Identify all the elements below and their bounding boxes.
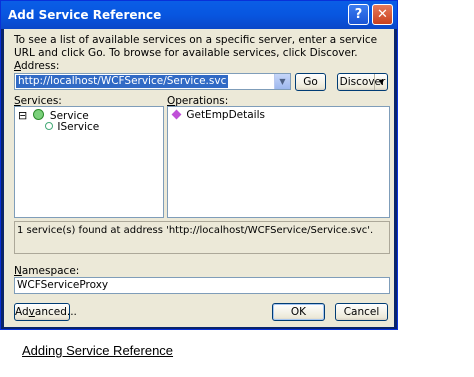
globe-icon bbox=[32, 109, 44, 120]
cancel-button[interactable]: Cancel bbox=[335, 303, 388, 321]
ok-button[interactable]: OK bbox=[272, 303, 325, 321]
tree-node-iservice[interactable]: IService bbox=[45, 121, 99, 133]
close-button[interactable]: ✕ bbox=[372, 4, 393, 25]
namespace-label: Namespace: bbox=[14, 265, 80, 277]
address-combobox[interactable]: http://localhost/WCFService/Service.svc … bbox=[14, 73, 291, 90]
go-button[interactable]: Go bbox=[295, 73, 326, 91]
window-title: Add Service Reference bbox=[8, 8, 162, 22]
method-icon bbox=[171, 109, 182, 120]
status-panel: 1 service(s) found at address 'http://lo… bbox=[14, 221, 390, 254]
operation-item[interactable]: GetEmpDetails bbox=[171, 109, 265, 121]
add-service-reference-dialog: Add Service Reference ? ✕ To see a list … bbox=[0, 0, 398, 330]
chevron-down-icon[interactable]: ▼ bbox=[274, 74, 290, 89]
operations-list[interactable]: GetEmpDetails bbox=[167, 106, 390, 218]
status-text: 1 service(s) found at address 'http://lo… bbox=[17, 225, 374, 236]
collapse-icon[interactable]: ⊟ bbox=[18, 109, 27, 122]
namespace-input[interactable]: WCFServiceProxy bbox=[14, 277, 390, 294]
address-label: Address: bbox=[14, 60, 60, 72]
dialog-body: To see a list of available services on a… bbox=[4, 29, 394, 327]
advanced-button[interactable]: Advanced... bbox=[14, 303, 77, 321]
discover-button[interactable]: Discover ▾ bbox=[337, 73, 388, 91]
instructions-text: To see a list of available services on a… bbox=[14, 34, 378, 59]
discover-dropdown-icon[interactable]: ▾ bbox=[374, 74, 388, 90]
help-button[interactable]: ? bbox=[348, 4, 369, 25]
title-bar[interactable]: Add Service Reference ? ✕ bbox=[1, 1, 397, 29]
figure-caption: Adding Service Reference bbox=[22, 343, 174, 358]
iservice-node-label[interactable]: IService bbox=[57, 121, 99, 133]
services-tree[interactable]: ⊟ Service IService bbox=[14, 106, 164, 218]
operation-label: GetEmpDetails bbox=[186, 109, 265, 121]
interface-icon bbox=[45, 122, 53, 130]
address-value[interactable]: http://localhost/WCFService/Service.svc bbox=[16, 75, 229, 88]
